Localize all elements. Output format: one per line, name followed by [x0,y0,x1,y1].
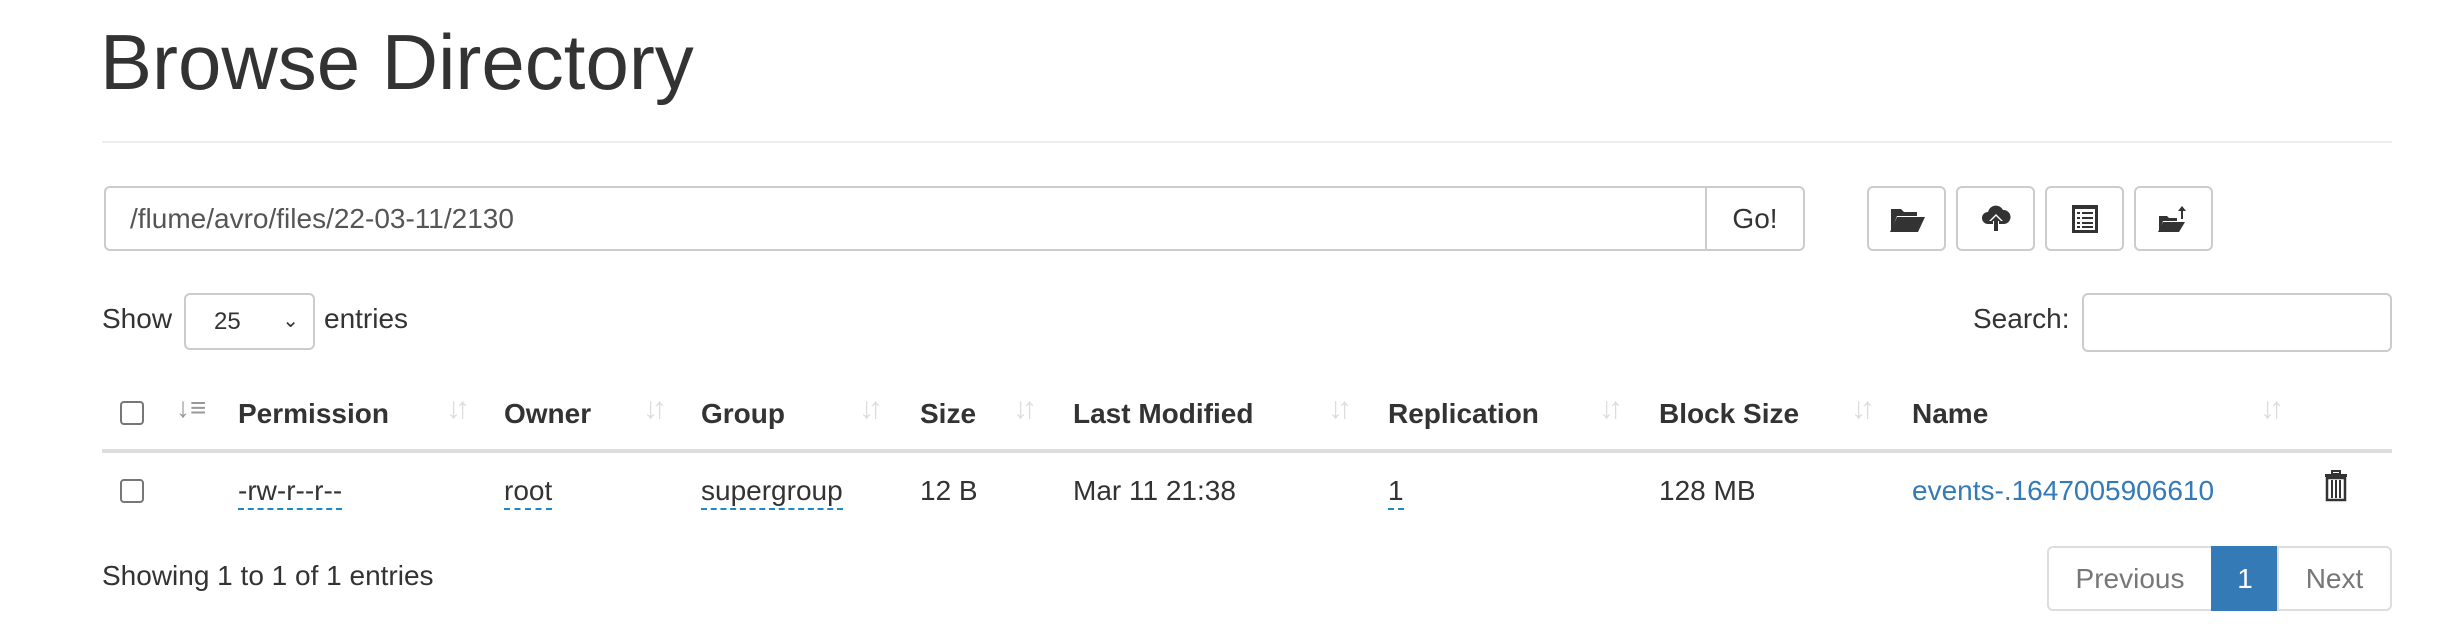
next-page-button[interactable]: Next [2277,546,2392,611]
entries-label: entries [324,303,409,334]
group-cell[interactable]: supergroup [701,475,843,510]
folder-open-icon [1889,208,1925,232]
header-size[interactable]: Size [920,398,976,430]
sort-ascending-icon[interactable]: ↓≡ [176,392,206,424]
divider [102,141,2392,143]
page-1-button[interactable]: 1 [2211,546,2279,611]
sort-icon[interactable]: ↓↑ [1013,392,1037,426]
table-info: Showing 1 to 1 of 1 entries [102,560,434,591]
create-directory-button[interactable] [1867,186,1946,251]
header-replication[interactable]: Replication [1388,398,1539,430]
search-label: Search: [1973,303,2070,334]
owner-cell[interactable]: root [504,475,553,510]
sort-icon[interactable]: ↓↑ [1851,392,1875,426]
header-last-modified[interactable]: Last Modified [1073,398,1253,430]
sort-icon[interactable]: ↓↑ [859,392,883,426]
header-permission[interactable]: Permission [238,398,389,430]
previous-page-button[interactable]: Previous [2047,546,2213,611]
table-header-divider [102,449,2392,453]
show-label: Show [102,303,173,334]
go-button[interactable]: Go! [1705,186,1805,251]
move-button[interactable] [2134,186,2213,251]
list-view-button[interactable] [2045,186,2124,251]
sort-icon[interactable]: ↓↑ [1328,392,1352,426]
file-name-link[interactable]: events-.1647005906610 [1912,475,2214,507]
entries-per-page-value: 25 [214,308,241,335]
search-input[interactable] [2082,293,2392,352]
sort-icon[interactable]: ↓↑ [2260,392,2284,426]
sort-icon[interactable]: ↓↑ [446,392,470,426]
last-modified-cell: Mar 11 21:38 [1073,475,1236,506]
replication-cell[interactable]: 1 [1388,475,1404,510]
size-cell: 12 B [920,475,978,506]
page-title: Browse Directory [100,18,694,106]
permission-cell[interactable]: -rw-r--r-- [238,475,343,510]
sort-icon[interactable]: ↓↑ [643,392,667,426]
header-block-size[interactable]: Block Size [1659,398,1799,430]
trash-icon [2325,470,2347,502]
delete-button[interactable] [2324,470,2348,509]
header-name[interactable]: Name [1912,398,1988,430]
folder-upload-icon [2157,205,2186,232]
select-all-checkbox[interactable] [120,401,144,425]
header-group[interactable]: Group [701,398,785,430]
row-checkbox[interactable] [120,479,144,503]
header-owner[interactable]: Owner [504,398,591,430]
list-alt-icon [2071,204,2098,233]
upload-button[interactable] [1956,186,2035,251]
path-input[interactable]: /flume/avro/files/22-03-11/2130 [104,186,1707,251]
chevron-down-icon: ⌄ [282,310,299,332]
block-size-cell: 128 MB [1659,475,1756,506]
sort-icon[interactable]: ↓↑ [1599,392,1623,426]
entries-per-page-select[interactable]: 25 ⌄ [184,293,315,350]
cloud-upload-icon [1981,205,2011,231]
